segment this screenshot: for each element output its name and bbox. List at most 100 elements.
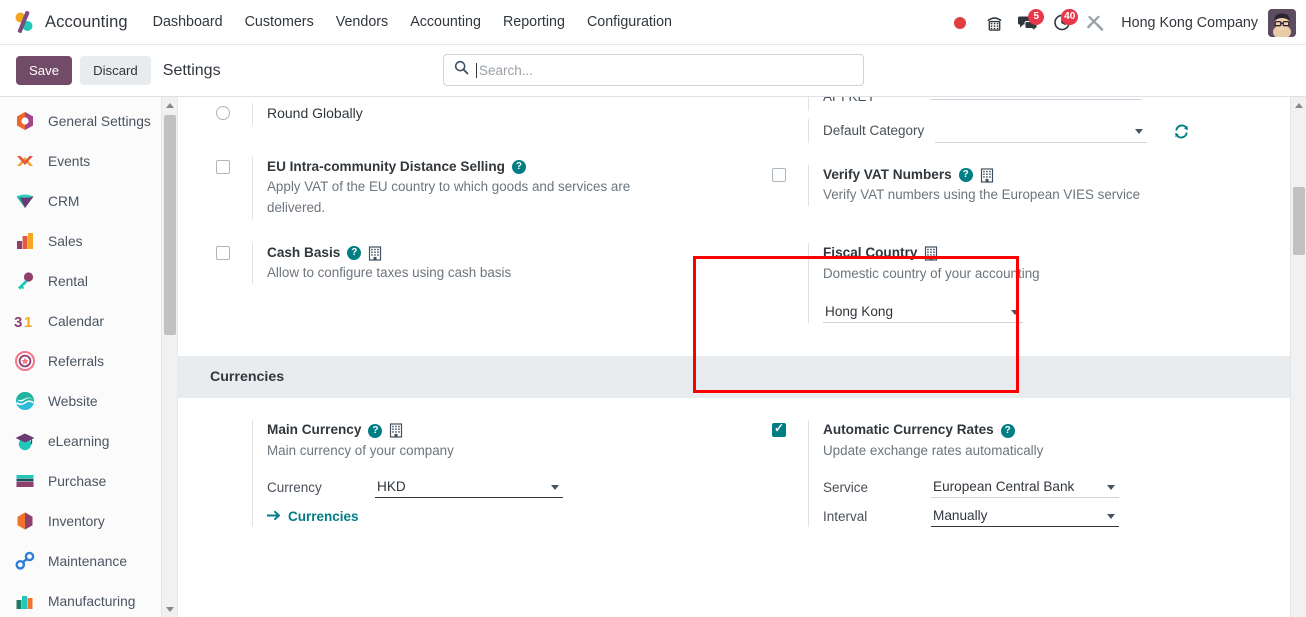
activities-clock-icon[interactable]: 40	[1045, 8, 1079, 38]
api-key-spacer	[772, 97, 808, 111]
sidebar-item-sales[interactable]: Sales	[0, 221, 177, 261]
scroll-down-arrow-icon[interactable]	[162, 601, 177, 617]
fiscal-country-value: Hong Kong	[825, 304, 894, 320]
menu-item-reporting[interactable]: Reporting	[492, 8, 576, 36]
sidebar-item-label: Inventory	[48, 513, 105, 529]
automatic-rates-title: Automatic Currency Rates	[823, 422, 994, 438]
eu-distance-selling-title: EU Intra-community Distance Selling	[267, 159, 505, 174]
default-category-select[interactable]	[935, 119, 1147, 143]
sidebar-item-label: Manufacturing	[48, 593, 136, 609]
default-category-text: Default Category	[808, 119, 1290, 143]
chevron-down-icon	[1135, 128, 1143, 134]
cash-basis-text: Cash Basis ? Allow to configure taxes us…	[252, 242, 734, 285]
default-category-spacer	[772, 119, 808, 143]
company-switcher[interactable]: Hong Kong Company	[1121, 15, 1258, 31]
company-building-icon[interactable]	[980, 168, 994, 183]
sidebar-item-label: Maintenance	[48, 553, 128, 569]
crm-app-icon	[14, 190, 36, 212]
eu-distance-selling-text: EU Intra-community Distance Selling ? Ap…	[252, 157, 734, 219]
fiscal-country-field-row: Hong Kong	[823, 302, 1290, 324]
service-field-row: Service European Central Bank	[823, 477, 1290, 499]
interval-field-row: Interval Manually	[823, 506, 1290, 528]
company-building-icon[interactable]	[389, 423, 403, 438]
sidebar-item-website[interactable]: Website	[0, 381, 177, 421]
save-button[interactable]: Save	[16, 55, 73, 86]
sidebar-scrollbar-thumb[interactable]	[164, 115, 176, 335]
sidebar-scrollbar[interactable]	[161, 97, 177, 617]
scroll-up-arrow-icon[interactable]	[162, 97, 177, 113]
menu-item-accounting[interactable]: Accounting	[399, 8, 492, 36]
help-icon[interactable]: ?	[347, 246, 362, 261]
menu-item-dashboard[interactable]: Dashboard	[142, 8, 234, 36]
taxes-settings-block: Round Globally EU Intra-community Distan…	[178, 97, 1290, 324]
verify-vat-checkbox[interactable]	[772, 168, 786, 182]
help-icon[interactable]: ?	[958, 168, 973, 183]
phone-icon[interactable]	[977, 8, 1011, 38]
sidebar-item-inventory[interactable]: Inventory	[0, 501, 177, 541]
content-scrollbar[interactable]	[1290, 97, 1306, 617]
help-icon[interactable]: ?	[511, 160, 526, 175]
cash-basis-checkbox-cell	[216, 243, 252, 284]
main-currency-field-row: Currency HKD	[267, 477, 734, 499]
cash-basis-checkbox[interactable]	[216, 245, 230, 260]
help-icon[interactable]: ?	[368, 423, 383, 438]
sidebar-item-label: Calendar	[48, 313, 104, 329]
fiscal-country-select[interactable]: Hong Kong	[823, 302, 1023, 324]
sidebar-item-referrals[interactable]: Referrals	[0, 341, 177, 381]
top-navbar: Accounting Dashboard Customers Vendors A…	[0, 0, 1306, 45]
automatic-rates-checkbox[interactable]	[772, 421, 786, 438]
sidebar-item-label: Referrals	[48, 353, 104, 369]
sidebar-item-label: eLearning	[48, 433, 110, 449]
menu-item-customers[interactable]: Customers	[234, 8, 325, 36]
refresh-icon[interactable]	[1173, 123, 1190, 140]
round-globally-label[interactable]: Round Globally	[267, 103, 734, 124]
verify-vat-title: Verify VAT Numbers	[823, 167, 952, 182]
currency-select[interactable]: HKD	[375, 477, 563, 499]
scroll-up-arrow-icon[interactable]	[1291, 97, 1306, 113]
interval-select[interactable]: Manually	[931, 506, 1119, 528]
sidebar-item-maintenance[interactable]: Maintenance	[0, 541, 177, 581]
sidebar-item-elearning[interactable]: eLearning	[0, 421, 177, 461]
sidebar-item-manufacturing[interactable]: Manufacturing	[0, 581, 177, 617]
menu-item-vendors[interactable]: Vendors	[325, 8, 399, 36]
settings-content: Round Globally EU Intra-community Distan…	[178, 97, 1306, 617]
sidebar-item-calendar[interactable]: 3 1 Calendar	[0, 301, 177, 341]
cash-basis-title-row: Cash Basis ?	[267, 243, 734, 263]
brand-home-link[interactable]: Accounting	[0, 10, 142, 34]
settings-app-icon	[14, 110, 36, 132]
settings-sidebar: General Settings Events CRM Sales Rental…	[0, 97, 178, 617]
content-scrollbar-thumb[interactable]	[1293, 187, 1305, 255]
service-select[interactable]: European Central Bank	[931, 477, 1119, 499]
currencies-left-column: Main Currency ? Main currency of your co…	[178, 420, 734, 527]
recording-indicator-icon[interactable]	[943, 8, 977, 38]
currency-value: HKD	[377, 479, 406, 495]
sidebar-item-events[interactable]: Events	[0, 141, 177, 181]
sidebar-item-crm[interactable]: CRM	[0, 181, 177, 221]
round-globally-radio[interactable]	[216, 106, 230, 120]
sidebar-item-general-settings[interactable]: General Settings	[0, 101, 177, 141]
eu-distance-selling-checkbox[interactable]	[216, 160, 230, 174]
currencies-link[interactable]: Currencies	[266, 509, 359, 524]
messages-icon[interactable]: 5	[1011, 8, 1045, 38]
debug-tools-icon[interactable]	[1079, 8, 1113, 38]
verify-vat-text: Verify VAT Numbers ? Verify VAT numbers …	[808, 165, 1290, 207]
company-building-icon[interactable]	[368, 246, 382, 261]
discard-button[interactable]: Discard	[80, 55, 151, 86]
referrals-app-icon	[14, 350, 36, 372]
company-building-icon[interactable]	[924, 246, 938, 261]
sidebar-item-label: Website	[48, 393, 98, 409]
menu-item-configuration[interactable]: Configuration	[576, 8, 683, 36]
help-icon[interactable]: ?	[1000, 423, 1015, 438]
messages-badge: 5	[1028, 8, 1045, 25]
sidebar-item-rental[interactable]: Rental	[0, 261, 177, 301]
maintenance-app-icon	[14, 550, 36, 572]
chevron-down-icon	[1107, 514, 1115, 520]
sidebar-item-purchase[interactable]: Purchase	[0, 461, 177, 501]
main-currency-title: Main Currency	[267, 422, 362, 438]
automatic-rates-text: Automatic Currency Rates ? Update exchan…	[808, 420, 1290, 528]
search-input[interactable]: Search...	[443, 54, 864, 86]
avatar[interactable]	[1268, 8, 1296, 37]
website-app-icon	[14, 390, 36, 412]
setting-default-category: Default Category	[734, 111, 1290, 143]
api-key-input[interactable]	[931, 97, 1141, 100]
